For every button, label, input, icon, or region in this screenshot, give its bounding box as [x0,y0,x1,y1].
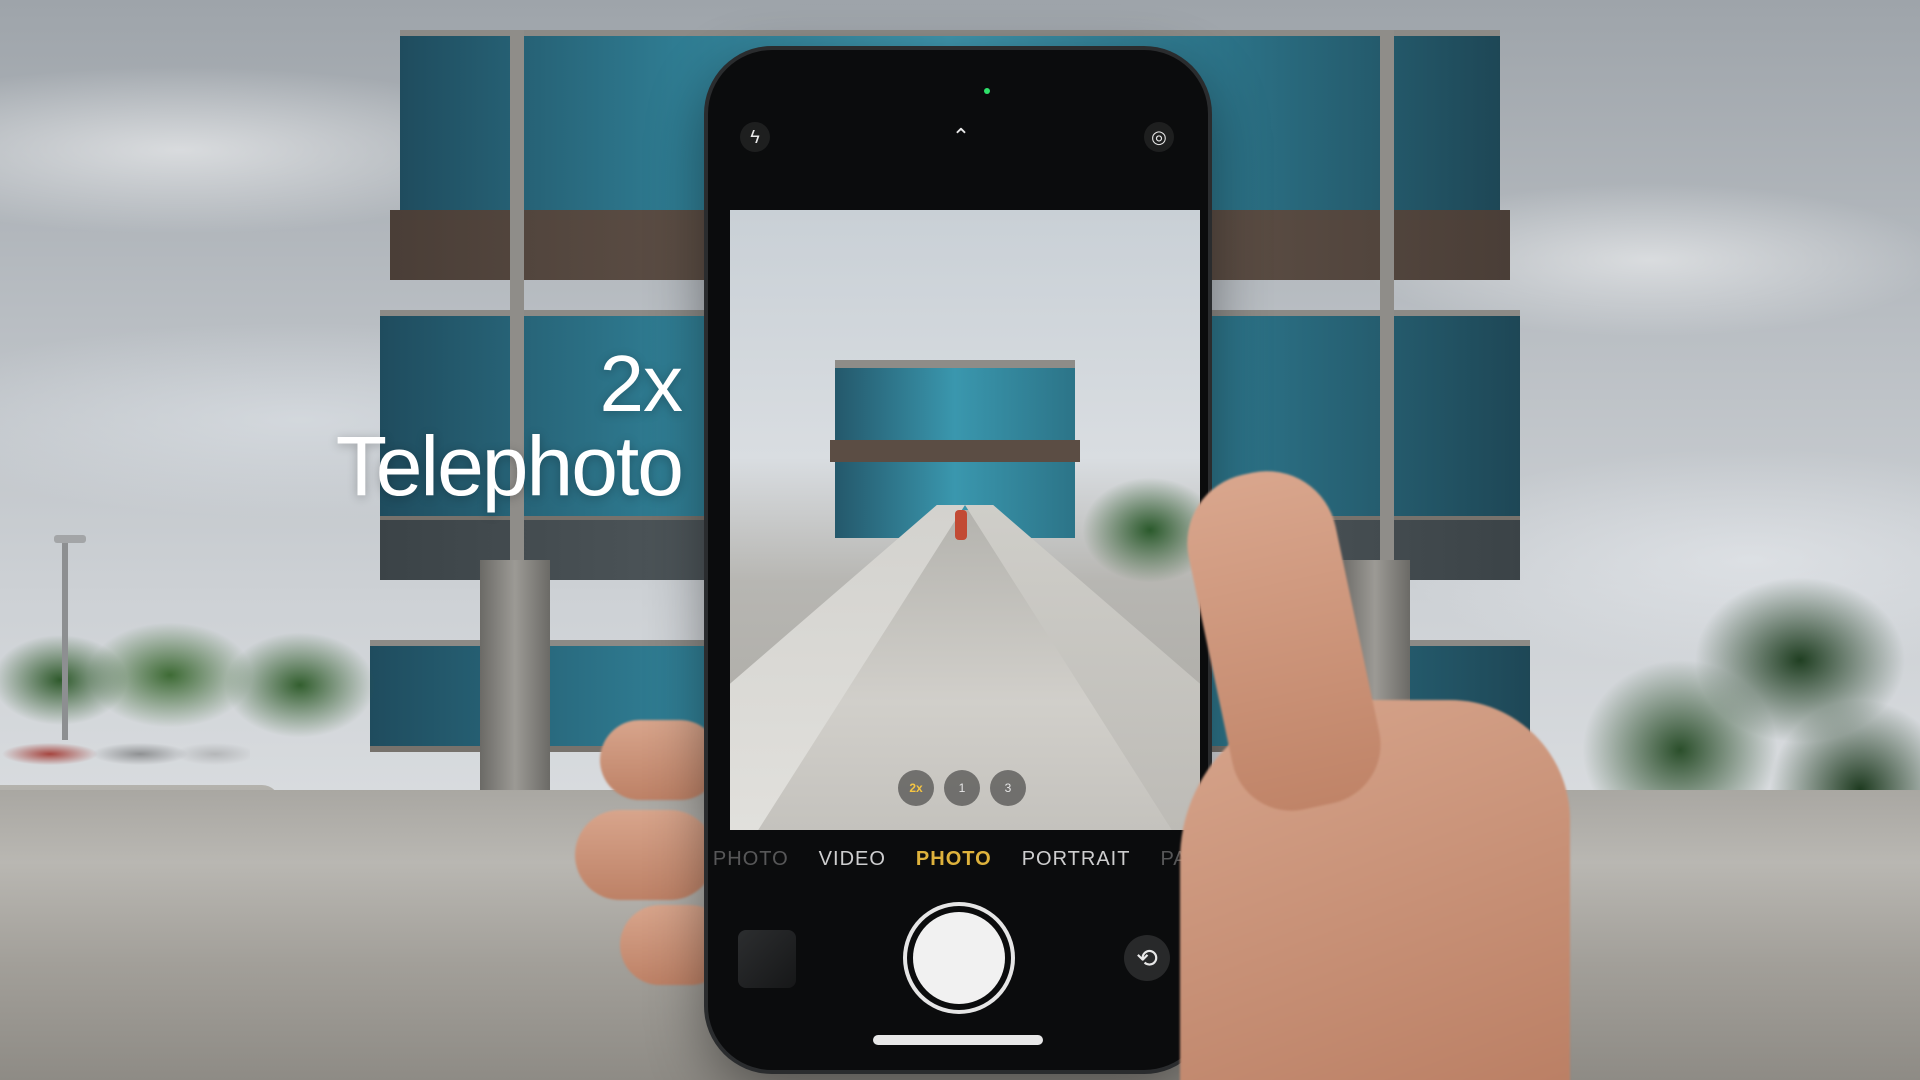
photo-thumbnail[interactable] [738,930,796,988]
street-lamp-head [54,535,86,543]
viewfinder-person [955,510,967,540]
video-frame: 2x Telephoto ϟ ⌃ ◎ 2x 1 3 PHOTO VIDEO PH… [0,0,1920,1080]
home-indicator[interactable] [873,1035,1043,1045]
left-finger [600,720,720,800]
camera-mode-selector: PHOTO VIDEO PHOTO PORTRAIT PAN [708,848,1208,871]
camera-indicator-dot [984,88,990,94]
left-finger [575,810,715,900]
mode-item-portrait[interactable]: PORTRAIT [1022,848,1131,871]
lens-title: 2x Telephoto [262,339,684,513]
viewfinder-trees [1060,470,1200,590]
live-photo-icon[interactable]: ◎ [1144,122,1174,152]
trees-left [0,620,380,760]
mode-item[interactable]: PHOTO [713,848,789,871]
parked-cars [0,740,250,766]
camera-flip-icon[interactable]: ⟲ [1124,935,1170,981]
zoom-button-active[interactable]: 2x [898,770,934,806]
mode-item-photo[interactable]: PHOTO [916,848,992,871]
mode-item-video[interactable]: VIDEO [819,848,886,871]
street-lamp [62,540,68,740]
zoom-controls: 2x 1 3 [898,770,1026,806]
flash-icon[interactable]: ϟ [740,122,770,152]
shutter-button[interactable] [913,912,1005,1004]
phone: ϟ ⌃ ◎ 2x 1 3 PHOTO VIDEO PHOTO PORTRAIT … [708,50,1208,1070]
viewfinder-building-band [830,440,1080,462]
zoom-button[interactable]: 1 [944,770,980,806]
building-column [480,560,550,800]
zoom-label: 2x [599,339,684,428]
camera-viewfinder[interactable]: 2x 1 3 [730,210,1200,830]
zoom-button[interactable]: 3 [990,770,1026,806]
chevron-up-icon[interactable]: ⌃ [946,122,976,152]
lens-label: Telephoto [335,419,684,513]
